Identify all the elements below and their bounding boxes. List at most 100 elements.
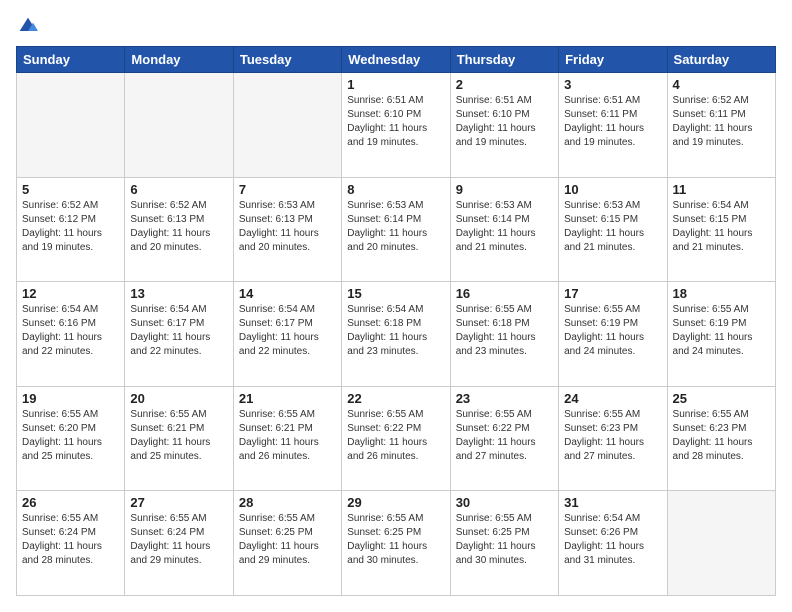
day-info: Sunrise: 6:55 AM Sunset: 6:25 PM Dayligh… [347, 512, 444, 568]
day-info: Sunrise: 6:55 AM Sunset: 6:22 PM Dayligh… [347, 408, 444, 464]
page: SundayMondayTuesdayWednesdayThursdayFrid… [0, 0, 792, 612]
calendar-cell: 31 Sunrise: 6:54 AM Sunset: 6:26 PM Dayli… [559, 491, 667, 596]
day-number: 31 [564, 495, 661, 510]
day-header-monday: Monday [125, 47, 233, 73]
calendar-cell: 5 Sunrise: 6:52 AM Sunset: 6:12 PM Daylig… [17, 177, 125, 282]
day-info: Sunrise: 6:51 AM Sunset: 6:10 PM Dayligh… [347, 94, 444, 150]
day-header-friday: Friday [559, 47, 667, 73]
day-info: Sunrise: 6:52 AM Sunset: 6:12 PM Dayligh… [22, 199, 119, 255]
day-number: 11 [673, 182, 770, 197]
day-number: 16 [456, 286, 553, 301]
day-header-saturday: Saturday [667, 47, 775, 73]
calendar-cell: 25 Sunrise: 6:55 AM Sunset: 6:23 PM Dayli… [667, 386, 775, 491]
day-number: 14 [239, 286, 336, 301]
week-row-5: 26 Sunrise: 6:55 AM Sunset: 6:24 PM Dayli… [17, 491, 776, 596]
calendar-cell: 15 Sunrise: 6:54 AM Sunset: 6:18 PM Dayli… [342, 282, 450, 387]
calendar-cell [233, 73, 341, 178]
day-info: Sunrise: 6:54 AM Sunset: 6:17 PM Dayligh… [239, 303, 336, 359]
day-info: Sunrise: 6:55 AM Sunset: 6:23 PM Dayligh… [673, 408, 770, 464]
day-number: 25 [673, 391, 770, 406]
calendar-cell: 29 Sunrise: 6:55 AM Sunset: 6:25 PM Dayli… [342, 491, 450, 596]
calendar-cell: 8Sunrise: 6:53 AM Sunset: 6:14 PM Daylig… [342, 177, 450, 282]
day-number: 7 [239, 182, 336, 197]
day-number: 8 [347, 182, 444, 197]
day-info: Sunrise: 6:51 AM Sunset: 6:11 PM Dayligh… [564, 94, 661, 150]
calendar-cell: 18 Sunrise: 6:55 AM Sunset: 6:19 PM Dayli… [667, 282, 775, 387]
calendar-cell: 3Sunrise: 6:51 AM Sunset: 6:11 PM Daylig… [559, 73, 667, 178]
calendar-cell [17, 73, 125, 178]
day-info: Sunrise: 6:55 AM Sunset: 6:25 PM Dayligh… [456, 512, 553, 568]
calendar-cell: 10Sunrise: 6:53 AM Sunset: 6:15 PM Dayli… [559, 177, 667, 282]
day-info: Sunrise: 6:55 AM Sunset: 6:21 PM Dayligh… [130, 408, 227, 464]
day-info: Sunrise: 6:53 AM Sunset: 6:13 PM Dayligh… [239, 199, 336, 255]
day-number: 2 [456, 77, 553, 92]
day-number: 6 [130, 182, 227, 197]
day-header-tuesday: Tuesday [233, 47, 341, 73]
day-info: Sunrise: 6:55 AM Sunset: 6:20 PM Dayligh… [22, 408, 119, 464]
calendar-cell: 1 Sunrise: 6:51 AM Sunset: 6:10 PM Daylig… [342, 73, 450, 178]
day-info: Sunrise: 6:55 AM Sunset: 6:22 PM Dayligh… [456, 408, 553, 464]
day-number: 29 [347, 495, 444, 510]
calendar-cell: 17 Sunrise: 6:55 AM Sunset: 6:19 PM Dayli… [559, 282, 667, 387]
calendar-cell: 16 Sunrise: 6:55 AM Sunset: 6:18 PM Dayli… [450, 282, 558, 387]
week-row-4: 19Sunrise: 6:55 AM Sunset: 6:20 PM Dayli… [17, 386, 776, 491]
header [16, 16, 776, 36]
calendar-cell: 26 Sunrise: 6:55 AM Sunset: 6:24 PM Dayli… [17, 491, 125, 596]
day-info: Sunrise: 6:55 AM Sunset: 6:19 PM Dayligh… [564, 303, 661, 359]
day-info: Sunrise: 6:55 AM Sunset: 6:19 PM Dayligh… [673, 303, 770, 359]
day-info: Sunrise: 6:54 AM Sunset: 6:15 PM Dayligh… [673, 199, 770, 255]
calendar-cell: 30 Sunrise: 6:55 AM Sunset: 6:25 PM Dayli… [450, 491, 558, 596]
day-info: Sunrise: 6:52 AM Sunset: 6:11 PM Dayligh… [673, 94, 770, 150]
day-info: Sunrise: 6:55 AM Sunset: 6:25 PM Dayligh… [239, 512, 336, 568]
calendar-cell: 2Sunrise: 6:51 AM Sunset: 6:10 PM Daylig… [450, 73, 558, 178]
day-info: Sunrise: 6:54 AM Sunset: 6:26 PM Dayligh… [564, 512, 661, 568]
calendar-cell: 27Sunrise: 6:55 AM Sunset: 6:24 PM Dayli… [125, 491, 233, 596]
week-row-2: 5 Sunrise: 6:52 AM Sunset: 6:12 PM Daylig… [17, 177, 776, 282]
calendar-cell: 13 Sunrise: 6:54 AM Sunset: 6:17 PM Dayli… [125, 282, 233, 387]
day-header-wednesday: Wednesday [342, 47, 450, 73]
calendar-cell: 6 Sunrise: 6:52 AM Sunset: 6:13 PM Daylig… [125, 177, 233, 282]
day-number: 28 [239, 495, 336, 510]
logo-area [16, 16, 38, 36]
day-number: 22 [347, 391, 444, 406]
day-info: Sunrise: 6:55 AM Sunset: 6:21 PM Dayligh… [239, 408, 336, 464]
day-header-sunday: Sunday [17, 47, 125, 73]
day-info: Sunrise: 6:54 AM Sunset: 6:18 PM Dayligh… [347, 303, 444, 359]
calendar-cell: 11 Sunrise: 6:54 AM Sunset: 6:15 PM Dayli… [667, 177, 775, 282]
day-number: 9 [456, 182, 553, 197]
day-info: Sunrise: 6:54 AM Sunset: 6:17 PM Dayligh… [130, 303, 227, 359]
day-info: Sunrise: 6:55 AM Sunset: 6:18 PM Dayligh… [456, 303, 553, 359]
calendar-cell: 9Sunrise: 6:53 AM Sunset: 6:14 PM Daylig… [450, 177, 558, 282]
day-info: Sunrise: 6:55 AM Sunset: 6:24 PM Dayligh… [130, 512, 227, 568]
calendar-cell: 7 Sunrise: 6:53 AM Sunset: 6:13 PM Daylig… [233, 177, 341, 282]
day-number: 17 [564, 286, 661, 301]
day-number: 12 [22, 286, 119, 301]
day-number: 13 [130, 286, 227, 301]
day-number: 21 [239, 391, 336, 406]
day-info: Sunrise: 6:55 AM Sunset: 6:24 PM Dayligh… [22, 512, 119, 568]
day-header-thursday: Thursday [450, 47, 558, 73]
day-info: Sunrise: 6:52 AM Sunset: 6:13 PM Dayligh… [130, 199, 227, 255]
day-info: Sunrise: 6:53 AM Sunset: 6:15 PM Dayligh… [564, 199, 661, 255]
calendar-cell: 12Sunrise: 6:54 AM Sunset: 6:16 PM Dayli… [17, 282, 125, 387]
day-number: 24 [564, 391, 661, 406]
calendar-cell [125, 73, 233, 178]
week-row-3: 12Sunrise: 6:54 AM Sunset: 6:16 PM Dayli… [17, 282, 776, 387]
day-info: Sunrise: 6:55 AM Sunset: 6:23 PM Dayligh… [564, 408, 661, 464]
day-number: 1 [347, 77, 444, 92]
day-number: 15 [347, 286, 444, 301]
day-number: 18 [673, 286, 770, 301]
day-number: 4 [673, 77, 770, 92]
calendar-cell: 19Sunrise: 6:55 AM Sunset: 6:20 PM Dayli… [17, 386, 125, 491]
day-number: 20 [130, 391, 227, 406]
calendar-cell: 14 Sunrise: 6:54 AM Sunset: 6:17 PM Dayli… [233, 282, 341, 387]
day-number: 30 [456, 495, 553, 510]
logo [16, 16, 38, 36]
calendar-cell: 4 Sunrise: 6:52 AM Sunset: 6:11 PM Daylig… [667, 73, 775, 178]
header-row: SundayMondayTuesdayWednesdayThursdayFrid… [17, 47, 776, 73]
calendar-cell: 21 Sunrise: 6:55 AM Sunset: 6:21 PM Dayli… [233, 386, 341, 491]
day-number: 26 [22, 495, 119, 510]
day-number: 5 [22, 182, 119, 197]
calendar-cell: 22 Sunrise: 6:55 AM Sunset: 6:22 PM Dayli… [342, 386, 450, 491]
calendar-cell: 28 Sunrise: 6:55 AM Sunset: 6:25 PM Dayli… [233, 491, 341, 596]
